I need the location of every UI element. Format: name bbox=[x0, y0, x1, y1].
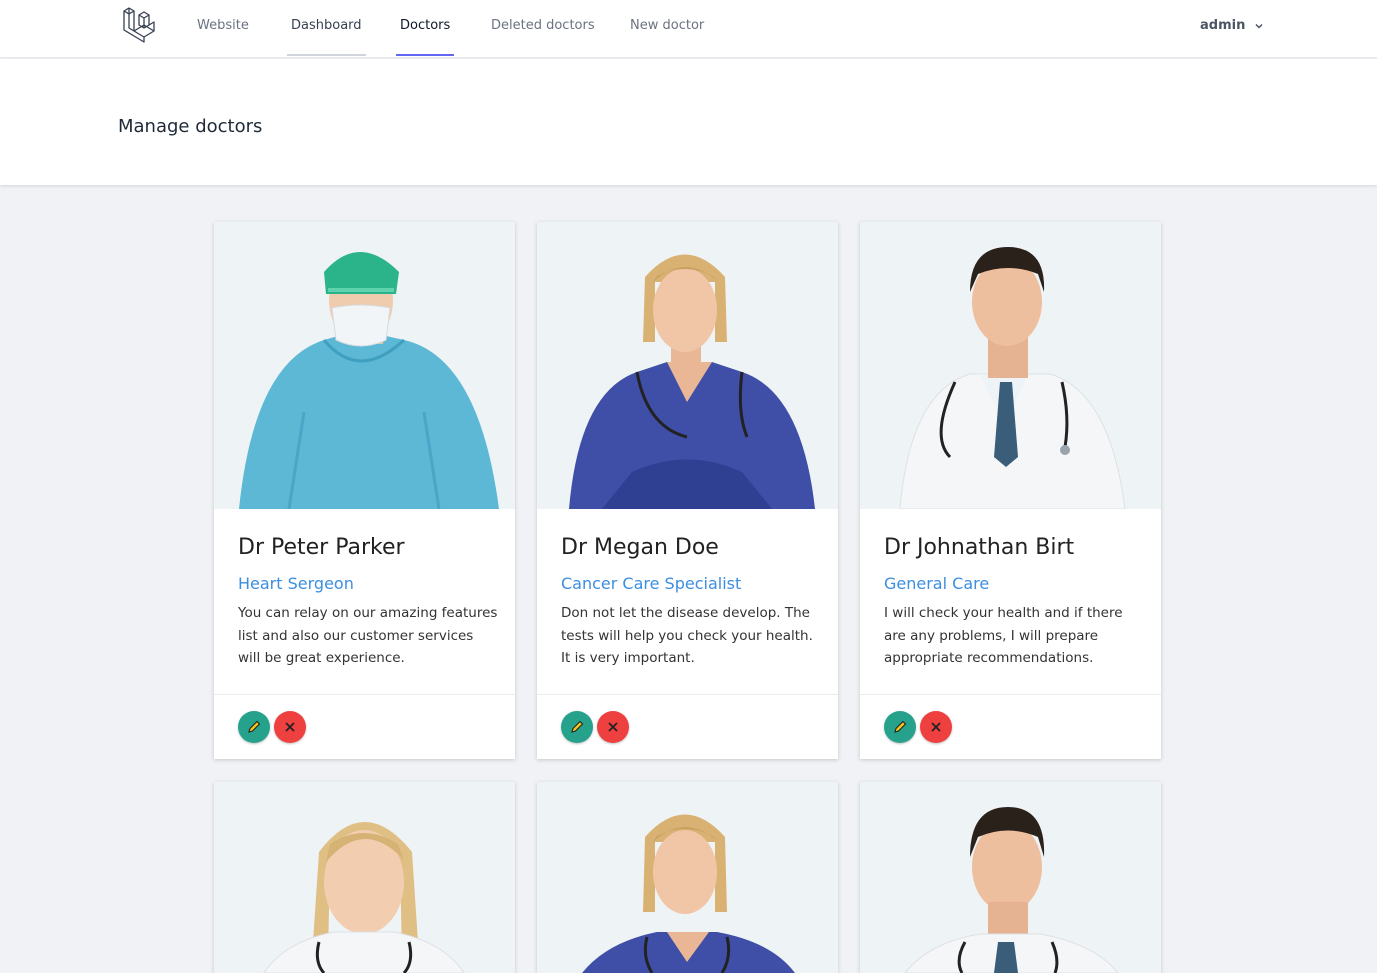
app-logo-icon[interactable] bbox=[120, 7, 156, 43]
edit-doctor-button[interactable] bbox=[238, 711, 270, 743]
doctor-card: Dr Peter Parker Heart Sergeon You can re… bbox=[214, 222, 515, 759]
x-icon bbox=[931, 722, 941, 732]
doctor-description: Don not let the disease develop. The tes… bbox=[561, 605, 813, 666]
doctor-photo bbox=[214, 222, 515, 509]
delete-doctor-button[interactable] bbox=[274, 711, 306, 743]
page-title: Manage doctors bbox=[118, 116, 263, 137]
doctor-description: You can relay on our amazing features li… bbox=[238, 605, 498, 666]
doctor-card bbox=[214, 782, 515, 973]
card-divider bbox=[214, 694, 515, 695]
nav-link-doctors[interactable]: Doctors bbox=[396, 0, 455, 56]
card-divider bbox=[537, 694, 838, 695]
page-header: Manage doctors bbox=[0, 59, 1377, 185]
doctor-description: I will check your health and if there ar… bbox=[884, 605, 1123, 666]
doctor-card bbox=[860, 782, 1161, 973]
x-icon bbox=[608, 722, 618, 732]
x-icon bbox=[285, 722, 295, 732]
doctor-card: Dr Johnathan Birt General Care I will ch… bbox=[860, 222, 1161, 759]
nav-link-new-doctor[interactable]: New doctor bbox=[626, 0, 708, 56]
doctor-card bbox=[537, 782, 838, 973]
doctor-photo bbox=[537, 222, 838, 509]
nav-link-website[interactable]: Website bbox=[193, 0, 253, 56]
nav-link-deleted-doctors[interactable]: Deleted doctors bbox=[487, 0, 599, 56]
doctor-photo bbox=[537, 782, 838, 973]
doctor-name: Dr Johnathan Birt bbox=[884, 535, 1075, 560]
user-menu-dropdown[interactable]: admin bbox=[1200, 0, 1264, 52]
delete-doctor-button[interactable] bbox=[597, 711, 629, 743]
delete-doctor-button[interactable] bbox=[920, 711, 952, 743]
doctor-specialty: Cancer Care Specialist bbox=[561, 574, 742, 593]
doctor-specialty: Heart Sergeon bbox=[238, 574, 354, 593]
nav-link-dashboard[interactable]: Dashboard bbox=[287, 0, 366, 56]
card-divider bbox=[860, 694, 1161, 695]
edit-doctor-button[interactable] bbox=[884, 711, 916, 743]
pencil-icon bbox=[571, 720, 584, 733]
doctor-name: Dr Peter Parker bbox=[238, 535, 405, 560]
pencil-icon bbox=[894, 720, 907, 733]
pencil-icon bbox=[248, 720, 261, 733]
doctor-card: Dr Megan Doe Cancer Care Specialist Don … bbox=[537, 222, 838, 759]
top-navbar: Website Dashboard Doctors Deleted doctor… bbox=[0, 0, 1377, 58]
doctor-specialty: General Care bbox=[884, 574, 990, 593]
user-name: admin bbox=[1200, 18, 1246, 33]
chevron-down-icon bbox=[1255, 23, 1263, 29]
doctor-photo bbox=[860, 222, 1161, 509]
doctor-name: Dr Megan Doe bbox=[561, 535, 719, 560]
doctor-photo bbox=[214, 782, 515, 973]
edit-doctor-button[interactable] bbox=[561, 711, 593, 743]
doctor-photo bbox=[860, 782, 1161, 973]
